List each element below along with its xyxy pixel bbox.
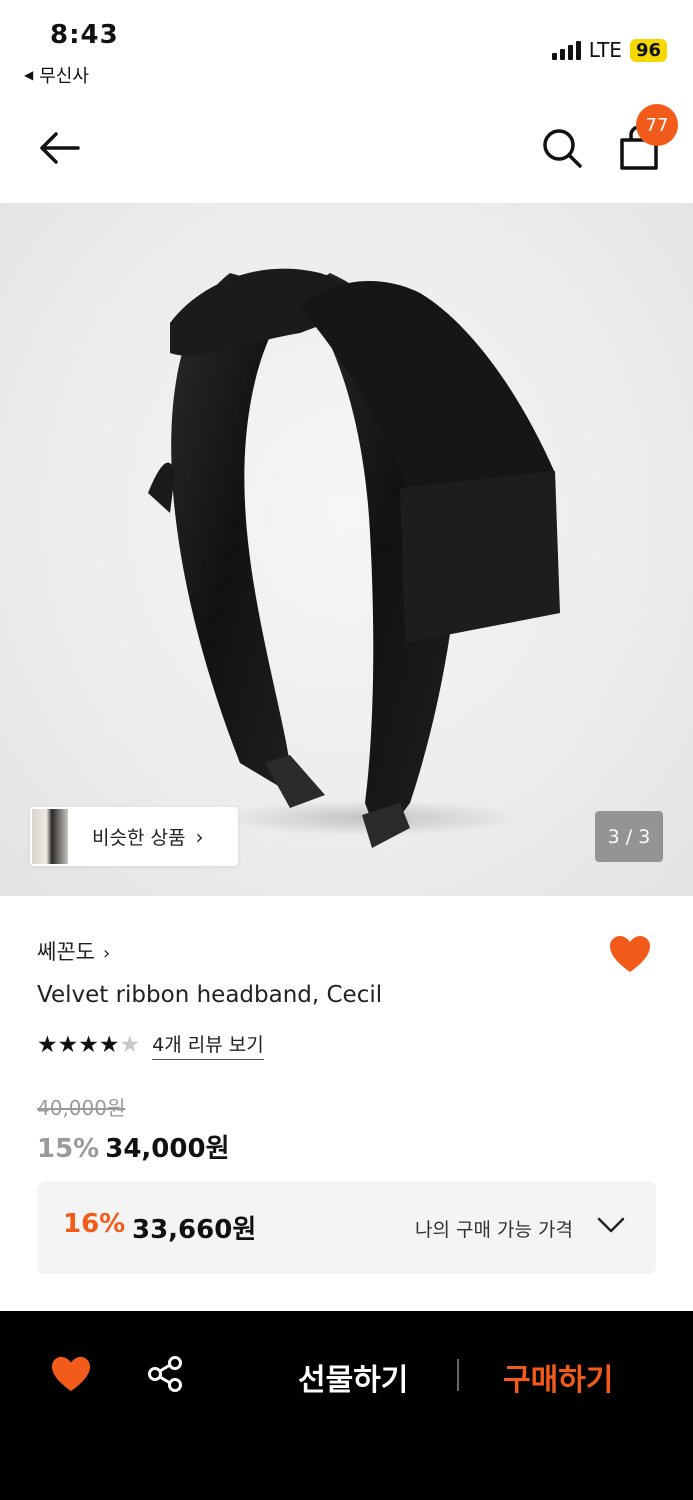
star-icon: ★ bbox=[98, 1032, 120, 1058]
product-name: Velvet ribbon headband, Cecil bbox=[37, 982, 383, 1008]
original-price: 40,000원 bbox=[37, 1096, 126, 1120]
star-icon: ★ bbox=[37, 1032, 58, 1058]
star-icon: ★ bbox=[57, 1032, 79, 1058]
brand-link[interactable]: 쎄꼰도 › bbox=[37, 936, 110, 966]
chevron-right-icon: › bbox=[195, 824, 204, 849]
chevron-down-icon bbox=[597, 1217, 625, 1233]
heart-icon[interactable] bbox=[50, 1355, 92, 1393]
status-right: LTE 96 bbox=[551, 38, 667, 62]
price-row: 15% 34,000원 bbox=[37, 1128, 230, 1165]
top-nav: 77 bbox=[0, 100, 693, 203]
status-bar: 8:43 ◀ 무신사 LTE 96 bbox=[0, 0, 693, 100]
share-icon[interactable] bbox=[146, 1355, 184, 1393]
back-app-label: 무신사 bbox=[39, 66, 89, 87]
my-price-label: 나의 구매 가능 가격 bbox=[415, 1219, 573, 1241]
headband-image bbox=[148, 268, 560, 848]
star-icon: ★ bbox=[119, 1032, 141, 1058]
similar-products-button[interactable]: 비슷한 상품 › bbox=[30, 807, 238, 866]
star-rating: ★★★★★ bbox=[37, 1032, 140, 1058]
image-pager: 3 / 3 bbox=[595, 811, 663, 862]
battery-indicator: 96 bbox=[629, 38, 667, 62]
bottom-divider bbox=[457, 1359, 459, 1391]
heart-icon[interactable] bbox=[608, 934, 652, 974]
cart-count-badge: 77 bbox=[636, 104, 678, 146]
buy-button[interactable]: 구매하기 bbox=[503, 1355, 613, 1399]
sale-price: 34,000원 bbox=[105, 1134, 230, 1164]
my-discount-rate: 16% bbox=[63, 1209, 126, 1239]
product-info: 쎄꼰도 › Velvet ribbon headband, Cecil ★★★★★… bbox=[0, 896, 693, 1311]
gift-button[interactable]: 선물하기 bbox=[298, 1355, 408, 1399]
back-arrow-icon[interactable] bbox=[36, 128, 82, 168]
my-price-box[interactable]: 16% 33,660원 나의 구매 가능 가격 bbox=[37, 1181, 656, 1274]
signal-icon bbox=[551, 40, 581, 60]
product-image[interactable]: 비슷한 상품 › 3 / 3 bbox=[0, 203, 693, 896]
discount-rate: 15% bbox=[37, 1134, 100, 1164]
brand-name: 쎄꼰도 bbox=[37, 940, 95, 964]
star-icon: ★ bbox=[78, 1032, 99, 1058]
bottom-action-bar: 선물하기 구매하기 bbox=[0, 1311, 693, 1500]
similar-product-thumbnail bbox=[32, 809, 68, 864]
my-price: 33,660원 bbox=[132, 1215, 257, 1245]
rating-row: ★★★★★ 4개 리뷰 보기 bbox=[37, 1030, 264, 1060]
review-link[interactable]: 4개 리뷰 보기 bbox=[152, 1030, 264, 1060]
network-type: LTE bbox=[588, 38, 622, 62]
search-icon[interactable] bbox=[540, 126, 584, 170]
chevron-right-icon: › bbox=[102, 943, 111, 964]
back-to-app-link[interactable]: ◀ 무신사 bbox=[24, 62, 89, 88]
similar-products-label: 비슷한 상품 bbox=[92, 827, 186, 849]
back-triangle-icon: ◀ bbox=[24, 68, 34, 82]
status-time: 8:43 bbox=[50, 20, 119, 50]
